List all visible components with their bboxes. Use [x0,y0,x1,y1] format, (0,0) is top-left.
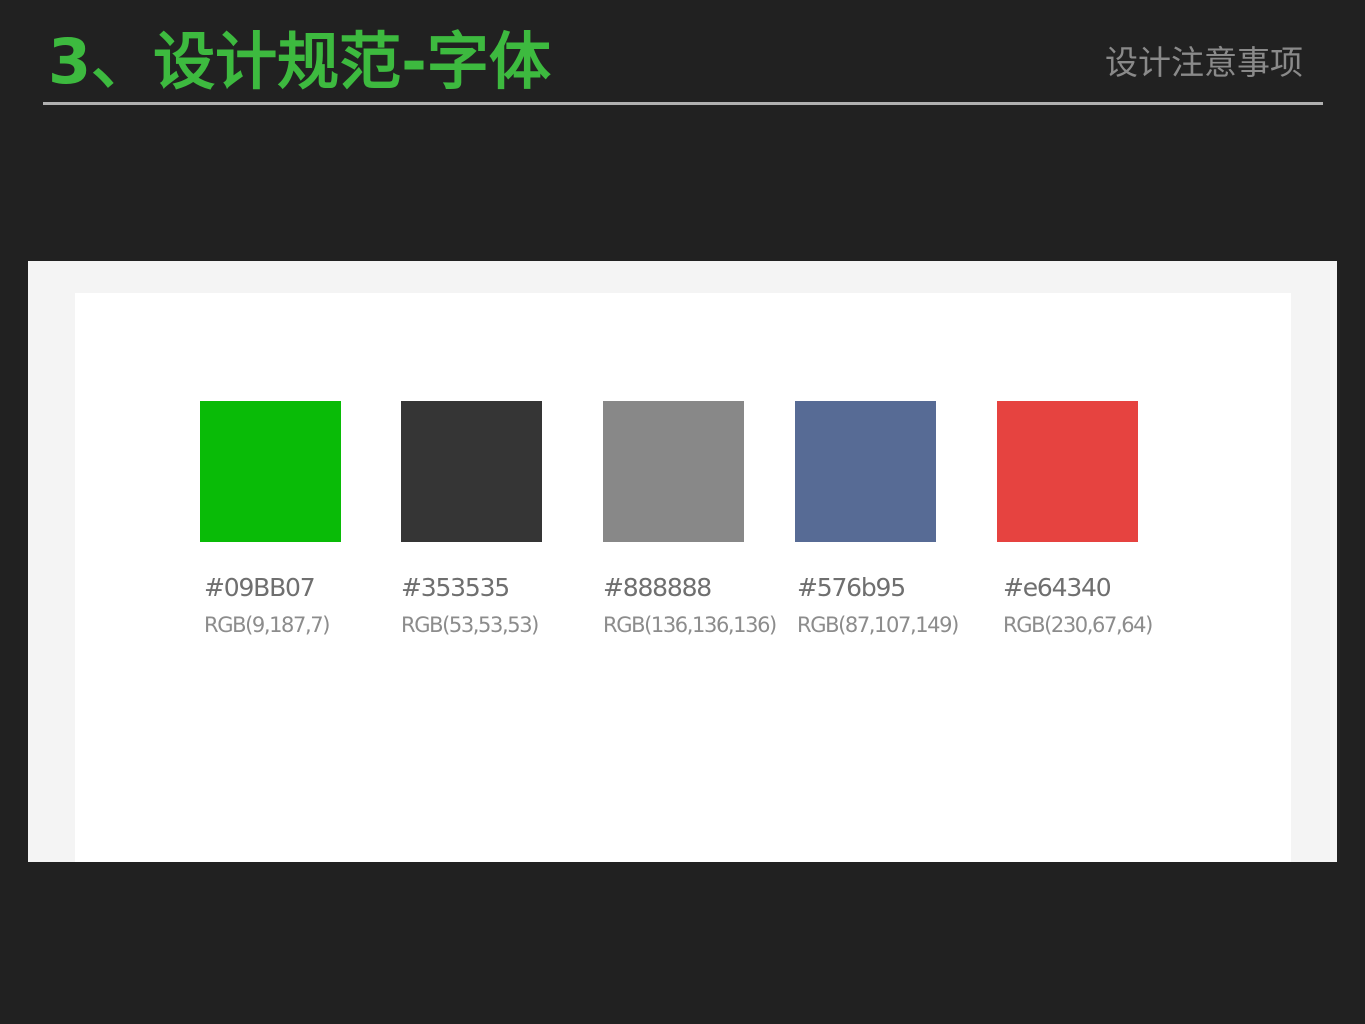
hex-label-green: #09BB07 [204,573,316,602]
palette-item-gray: #888888 RGB(136,136,136) [603,401,777,637]
rgb-label-red: RGB(230,67,64) [1003,613,1153,637]
color-swatch-dark-gray [401,401,542,542]
palette-item-red: #e64340 RGB(230,67,64) [997,401,1153,637]
rgb-label-blue: RGB(87,107,149) [797,613,959,637]
color-swatch-blue [795,401,936,542]
title-divider [43,102,1323,105]
page-title: 3、设计规范-字体 [48,25,551,98]
rgb-label-dark-gray: RGB(53,53,53) [401,613,539,637]
hex-label-blue: #576b95 [797,573,906,602]
palette-item-blue: #576b95 RGB(87,107,149) [795,401,959,637]
color-swatch-gray [603,401,744,542]
palette-item-dark-gray: #353535 RGB(53,53,53) [401,401,542,637]
color-swatch-green [200,401,341,542]
palette-item-green: #09BB07 RGB(9,187,7) [200,401,341,637]
hex-label-dark-gray: #353535 [401,573,510,602]
hex-label-gray: #888888 [603,573,712,602]
rgb-label-green: RGB(9,187,7) [204,613,330,637]
section-subtitle: 设计注意事项 [1105,43,1303,82]
color-swatch-red [997,401,1138,542]
hex-label-red: #e64340 [1003,573,1112,602]
rgb-label-gray: RGB(136,136,136) [603,613,777,637]
